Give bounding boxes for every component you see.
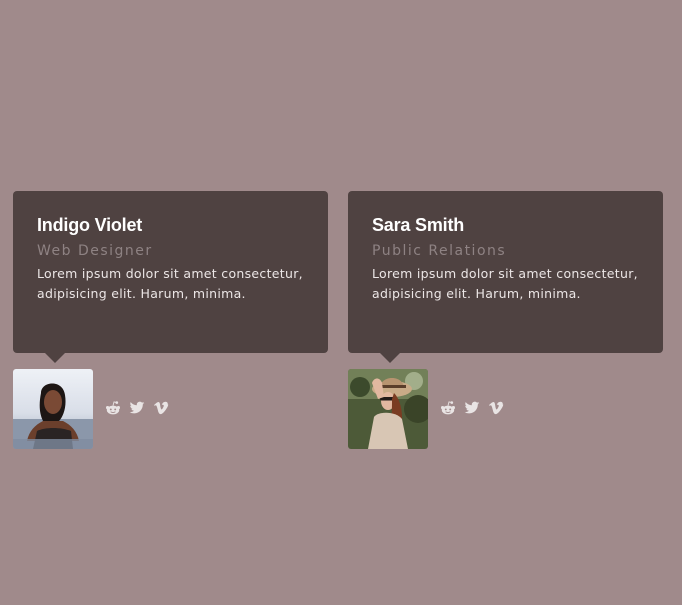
vimeo-icon[interactable]: [488, 400, 504, 416]
reddit-icon[interactable]: [440, 400, 456, 416]
avatar: [13, 369, 93, 449]
twitter-icon[interactable]: [464, 400, 480, 416]
testimonial-card: Sara Smith Public Relations Lorem ipsum …: [348, 191, 663, 449]
testimonial-card: Indigo Violet Web Designer Lorem ipsum d…: [13, 191, 328, 449]
person-description: Lorem ipsum dolor sit amet consectetur, …: [37, 266, 303, 301]
person-name: Sara Smith: [372, 215, 465, 235]
person-description: Lorem ipsum dolor sit amet consectetur, …: [372, 266, 638, 301]
vimeo-icon[interactable]: [153, 400, 169, 416]
social-links: [105, 400, 169, 416]
reddit-icon[interactable]: [105, 400, 121, 416]
card-bubble: Sara Smith Public Relations Lorem ipsum …: [348, 191, 663, 363]
person-role: Web Designer: [37, 243, 153, 259]
card-footer: [348, 369, 663, 449]
person-role: Public Relations: [372, 243, 507, 259]
social-links: [440, 400, 504, 416]
twitter-icon[interactable]: [129, 400, 145, 416]
avatar: [348, 369, 428, 449]
card-bubble: Indigo Violet Web Designer Lorem ipsum d…: [13, 191, 328, 363]
person-name: Indigo Violet: [37, 215, 143, 235]
card-footer: [13, 369, 328, 449]
